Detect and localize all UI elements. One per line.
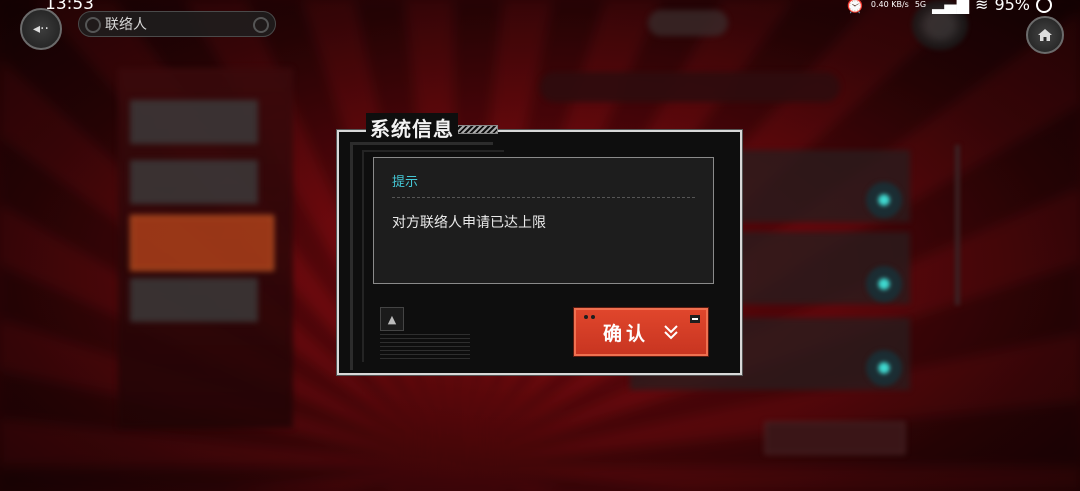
game-logo-icon: ▲ <box>380 307 404 331</box>
background-menu-button <box>130 160 258 204</box>
network-speed: 0.40 KB/s <box>870 0 909 9</box>
back-button[interactable]: ◂·· <box>20 8 62 50</box>
background-bottom-button <box>765 422 905 454</box>
title-ring-right-icon <box>253 17 269 33</box>
battery-percent: 95% <box>994 0 1030 14</box>
title-ring-left-icon <box>85 17 101 33</box>
fine-print-decoration <box>380 334 470 360</box>
double-chevron-down-icon <box>663 324 679 340</box>
background-status-dot <box>866 266 902 302</box>
background-menu-button <box>130 278 258 322</box>
background-menu-button <box>130 100 258 144</box>
battery-ring-icon <box>1036 0 1052 13</box>
page-title: 联络人 <box>105 17 147 33</box>
background-status-dot <box>866 182 902 218</box>
confirm-button[interactable]: 确认 <box>574 308 708 356</box>
back-arrow-icon: ◂·· <box>33 21 49 37</box>
alarm-icon: ⏰ <box>844 0 865 14</box>
home-icon <box>1038 29 1052 41</box>
background-search-bar <box>540 72 840 102</box>
signal-type: 5G <box>914 0 927 9</box>
button-dots-decoration <box>584 315 595 319</box>
button-minus-icon <box>690 315 700 323</box>
status-indicators: ⏰ 0.40 KB/s 5G ▂▄▆ ≋ 95% <box>845 0 1052 14</box>
hint-label: 提示 <box>392 175 419 190</box>
hint-divider <box>392 197 695 198</box>
confirm-button-label: 确认 <box>602 322 649 345</box>
background-top-pill <box>648 10 728 36</box>
page-title-bar: 联络人 <box>78 11 276 37</box>
background-scrollbar <box>955 145 960 305</box>
dialog-message: 对方联络人申请已达上限 <box>392 215 546 231</box>
dialog-title: 系统信息 <box>366 113 458 142</box>
signal-bars-icon: ▂▄▆ <box>932 0 970 14</box>
background-menu-button-active <box>130 215 274 271</box>
message-box: 提示 对方联络人申请已达上限 <box>373 157 714 284</box>
wifi-icon: ≋ <box>975 0 989 14</box>
background-status-dot <box>866 350 902 386</box>
home-button[interactable] <box>1026 16 1064 54</box>
